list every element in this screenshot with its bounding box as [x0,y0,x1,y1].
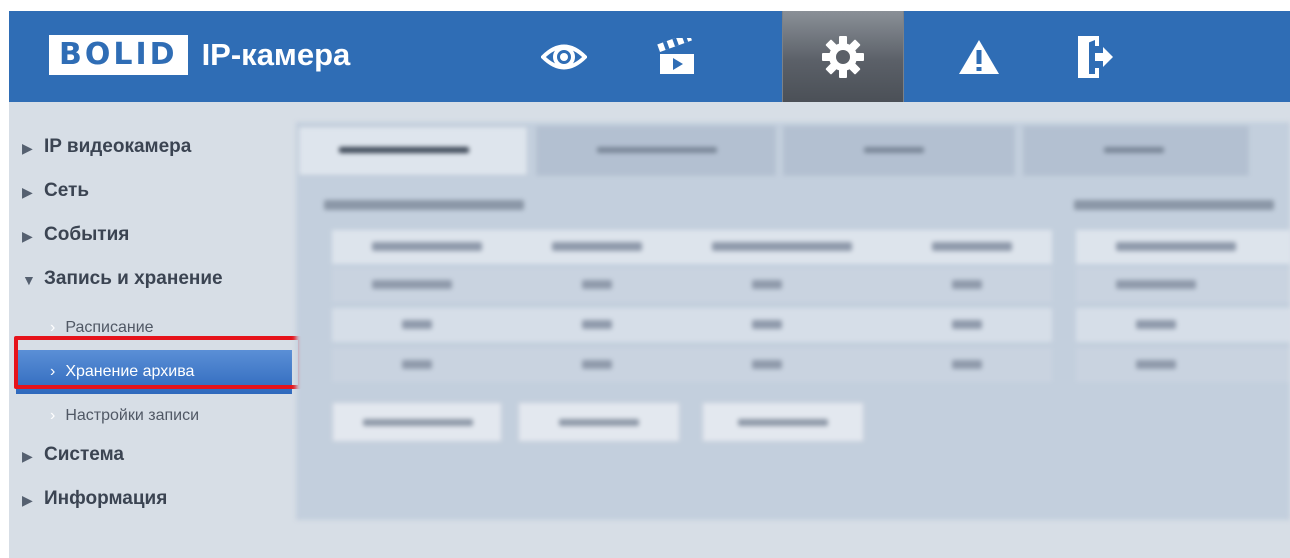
table-row [1076,268,1290,302]
sidebar-item-label: IP видеокамера [44,136,192,157]
blurred-button-3[interactable] [702,402,864,442]
gear-icon [822,35,864,78]
sidebar-item-network[interactable]: ▶ Сеть [22,174,292,218]
chevron-right-icon: › [50,407,56,424]
annotation-highlight-box [14,336,302,389]
nav-live-view-button[interactable] [513,11,615,102]
tab-blurred-1[interactable] [298,126,528,176]
triangle-right-icon: ▶ [22,184,33,200]
section-label-blurred [324,200,524,210]
sidebar-subitem-label: Настройки записи [65,407,199,424]
triangle-down-icon: ▼ [22,272,36,288]
sidebar-item-label: Запись и хранение [44,268,223,289]
nav-playback-button[interactable] [626,11,728,102]
tab-blurred-4[interactable] [1023,126,1249,176]
tab-blurred-2[interactable] [536,126,776,176]
blurred-button-2[interactable] [518,402,680,442]
section-label-blurred [1074,200,1274,210]
sidebar-item-info[interactable]: ▶ Информация [22,482,292,526]
app-title: IP-камера [201,37,351,72]
triangle-right-icon: ▶ [22,228,33,244]
clapperboard-icon [657,37,694,74]
sidebar-item-ip-camera[interactable]: ▶ IP видеокамера [22,130,292,174]
nav-settings-button[interactable] [782,11,904,102]
tab-blurred-3[interactable] [783,126,1015,176]
nav-logout-button[interactable] [1044,11,1146,102]
table-row [332,308,1052,342]
sidebar-subitem-record-settings[interactable]: › Настройки записи [22,394,292,438]
exit-icon [1078,35,1113,78]
top-header: BOLID IP-камера [9,11,1290,102]
sidebar-subitem-label: Расписание [65,319,154,336]
blurred-button-1[interactable] [332,402,502,442]
sidebar-item-label: События [44,224,130,245]
triangle-right-icon: ▶ [22,492,33,508]
sidebar-item-label: Сеть [44,180,90,201]
chevron-right-icon: › [50,319,56,336]
eye-icon [541,44,587,69]
app-logo: BOLID IP-камера [49,35,350,75]
sidebar-item-system[interactable]: ▶ Система [22,438,292,482]
table-row [1076,308,1290,342]
triangle-right-icon: ▶ [22,448,33,464]
table-header-row [1076,230,1290,264]
table-header-row [332,230,1052,264]
sidebar-item-recording-storage[interactable]: ▼ Запись и хранение [22,262,292,306]
bolid-logo-badge: BOLID [49,35,188,75]
blurred-settings-panel [296,122,1290,520]
sidebar-item-events[interactable]: ▶ События [22,218,292,262]
nav-alarm-button[interactable] [928,11,1030,102]
warning-icon [959,39,999,74]
sidebar-item-label: Система [44,444,124,465]
table-row [332,268,1052,302]
sidebar-menu: ▶ IP видеокамера ▶ Сеть ▶ События ▼ Запи… [16,130,292,526]
triangle-right-icon: ▶ [22,140,33,156]
table-row [332,348,1052,382]
table-row [1076,348,1290,382]
sidebar-item-label: Информация [44,488,168,509]
